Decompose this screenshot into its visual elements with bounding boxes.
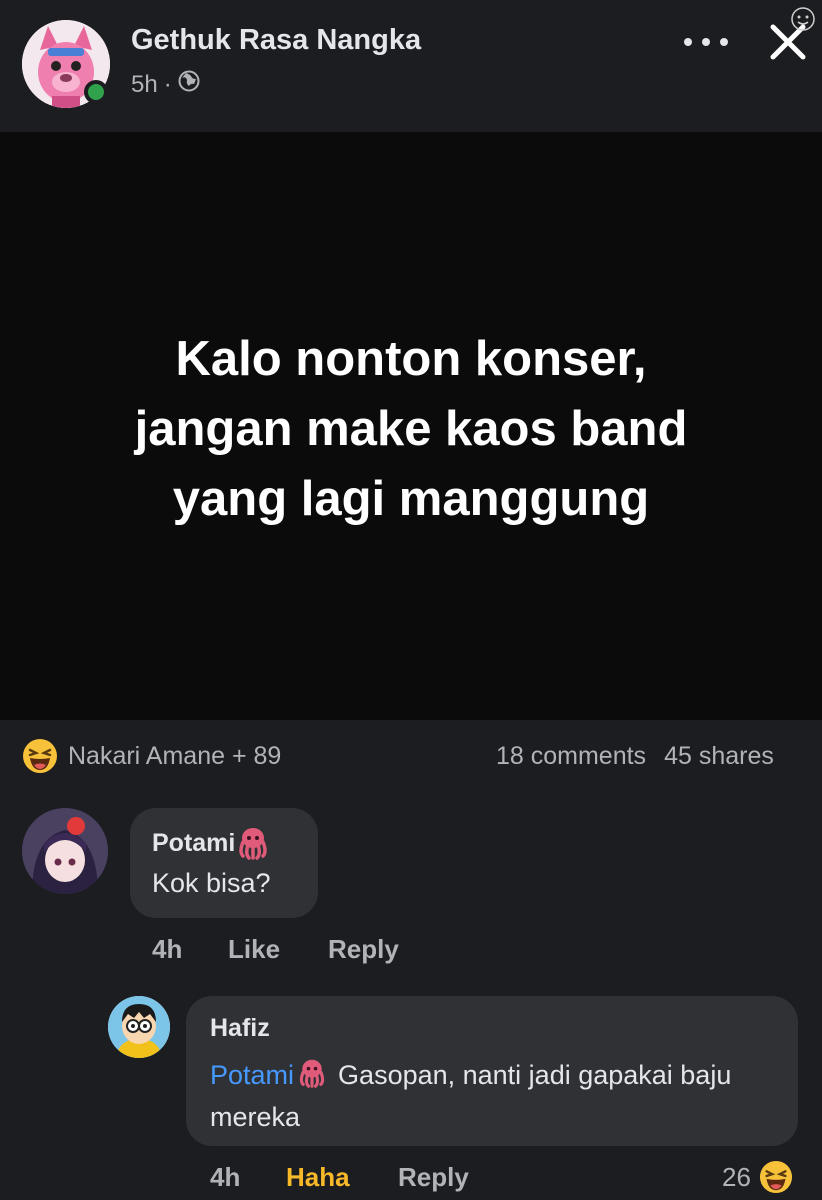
reply-author-name[interactable]: Hafiz — [210, 1014, 270, 1043]
post-header — [0, 0, 822, 132]
reply-button[interactable]: Reply — [328, 934, 399, 965]
reaction-summary[interactable]: Nakari Amane + 89 — [68, 742, 281, 771]
meta-separator: · — [163, 70, 172, 98]
post-line: jangan make kaos band — [134, 402, 688, 456]
comment-author-name: Potami — [152, 828, 236, 857]
octopus-emoji-icon — [299, 1059, 325, 1088]
reply-reaction-count[interactable]: 26 — [722, 1160, 793, 1194]
comment-text: Kok bisa? — [152, 868, 271, 898]
globe-icon — [178, 70, 200, 99]
dot-icon — [684, 38, 692, 46]
reply-time: 4h — [210, 1162, 241, 1192]
like-button[interactable]: Like — [228, 934, 280, 965]
post-image-text: Kalo nonton konser, jangan make kaos ban… — [135, 324, 688, 534]
haha-reaction-button[interactable]: Haha — [286, 1162, 350, 1193]
reply-button[interactable]: Reply — [398, 1162, 469, 1193]
post-author-name[interactable]: Gethuk Rasa Nangka — [131, 24, 421, 57]
post-image[interactable]: Kalo nonton konser, jangan make kaos ban… — [0, 132, 822, 720]
more-options-button[interactable] — [684, 30, 728, 54]
haha-emoji-icon — [759, 1160, 792, 1194]
mention-link[interactable]: Potami — [210, 1060, 294, 1090]
post-meta: 5h · — [131, 70, 200, 99]
dot-icon — [702, 38, 710, 46]
comment-author[interactable]: Potami — [152, 826, 271, 860]
shares-count[interactable]: 45 shares — [664, 742, 774, 771]
sticker-watermark-icon — [790, 6, 816, 32]
comments-count[interactable]: 18 comments — [496, 742, 646, 771]
dot-icon — [720, 38, 728, 46]
comment-actions: 4h Like Reply — [152, 934, 452, 968]
reply-text: Potami Gasopan, nanti jadi gapakai baju … — [210, 1054, 770, 1138]
post-line: yang lagi manggung — [172, 472, 650, 526]
post-time[interactable]: 5h — [131, 71, 158, 99]
commenter-avatar[interactable] — [22, 808, 108, 894]
comment-bubble[interactable] — [130, 808, 318, 918]
haha-emoji-icon[interactable] — [22, 738, 58, 774]
reaction-count-value: 26 — [722, 1161, 751, 1192]
post-line: Kalo nonton konser, — [175, 332, 647, 386]
reply-actions: 4h Haha Reply — [210, 1162, 510, 1196]
comment-time: 4h — [152, 934, 183, 964]
octopus-emoji-icon — [239, 828, 268, 860]
online-status-dot — [84, 80, 108, 104]
engagement-counts: 18 comments 45 shares — [496, 742, 774, 771]
reply-avatar[interactable] — [108, 996, 170, 1058]
